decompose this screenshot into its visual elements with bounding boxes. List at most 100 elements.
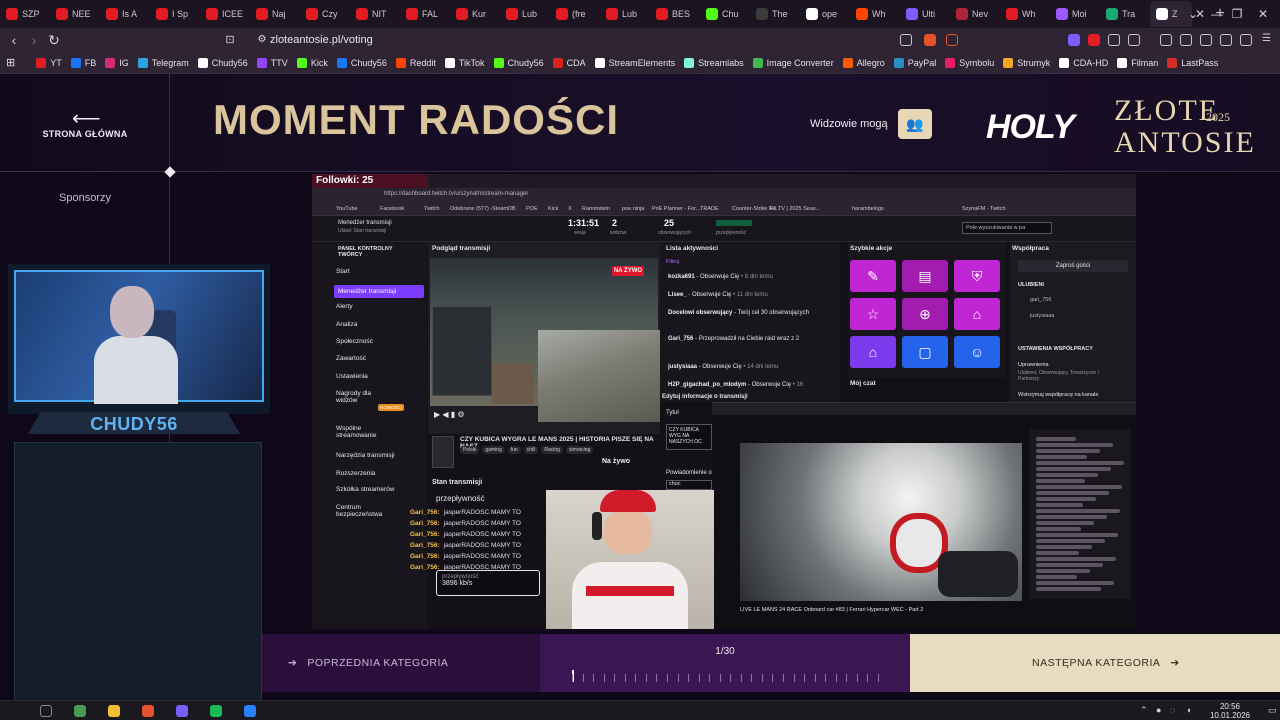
bookmark-item[interactable]: CDA-HD bbox=[1059, 57, 1108, 68]
prev-category-button[interactable]: ➔ POPRZEDNIA KATEGORIA bbox=[262, 634, 540, 692]
taskbar-clock[interactable]: 20:56 10.01.2026 bbox=[1200, 702, 1260, 720]
twitch-nav-item[interactable]: Menedżer transmisji bbox=[334, 285, 424, 298]
quick-action-button[interactable]: ⛨ bbox=[954, 260, 1000, 292]
bookmark-item[interactable]: Streamlabs bbox=[684, 57, 744, 68]
back-icon[interactable]: ‹ bbox=[4, 30, 24, 50]
quick-action-button[interactable]: ⌂ bbox=[850, 336, 896, 368]
quick-action-button[interactable]: ☆ bbox=[850, 298, 896, 330]
volume-icon[interactable]: ◖ bbox=[1186, 705, 1191, 715]
share-icon[interactable] bbox=[900, 34, 912, 46]
stream-tag[interactable]: chill bbox=[523, 446, 539, 454]
sidebar-icon[interactable] bbox=[1180, 34, 1192, 46]
music-icon[interactable] bbox=[1160, 34, 1172, 46]
quick-action-button[interactable]: ⊕ bbox=[902, 298, 948, 330]
collab-share[interactable]: Wstrzymaj współpracę na kanale bbox=[1018, 392, 1098, 398]
bookmark-item[interactable]: Chudy56 bbox=[336, 57, 387, 68]
browser-tab[interactable]: NEE bbox=[50, 1, 100, 27]
browser-tab[interactable]: Wh bbox=[1000, 1, 1050, 27]
bookmark-item[interactable]: Telegram bbox=[137, 57, 189, 68]
bookmark-item[interactable]: Allegro bbox=[842, 57, 885, 68]
twitch-search-input[interactable]: Pole wyszukiwania w pa bbox=[962, 222, 1052, 234]
browser-tab[interactable]: Naj bbox=[250, 1, 300, 27]
invite-guests-button[interactable]: Zaproś gości bbox=[1018, 260, 1128, 272]
title-field[interactable]: CZY KUBICA WYG NA NASZYCH OC bbox=[666, 424, 712, 450]
notifications-icon[interactable]: ▭ bbox=[1268, 705, 1277, 716]
bookmark-item[interactable]: Strumyk bbox=[1003, 57, 1050, 68]
browser-tab[interactable]: Is A bbox=[100, 1, 150, 27]
brave-rewards-icon[interactable] bbox=[946, 34, 958, 46]
tray-chevron-icon[interactable]: ⌃ bbox=[1140, 705, 1148, 716]
twitch-nav-item[interactable]: Centrum bezpieczeństwa bbox=[336, 504, 386, 518]
bookmark-item[interactable]: YT bbox=[36, 57, 62, 68]
reload-icon[interactable]: ↻ bbox=[44, 30, 64, 50]
microphone-icon[interactable]: ● bbox=[1156, 705, 1161, 715]
twitch-nav-item[interactable]: Alerty bbox=[336, 303, 353, 310]
browser-tab[interactable]: Wh bbox=[850, 1, 900, 27]
twitch-nav-item[interactable]: Wspólne streamowanie bbox=[336, 425, 386, 439]
browser-tab[interactable]: (fre bbox=[550, 1, 600, 27]
bookmark-item[interactable]: Chudy56 bbox=[493, 57, 544, 68]
stream-tag[interactable]: gaming bbox=[482, 446, 505, 454]
browser-tab[interactable]: ope bbox=[800, 1, 850, 27]
bookmark-item[interactable]: Kick bbox=[296, 57, 328, 68]
bookmark-item[interactable]: PayPal bbox=[893, 57, 936, 68]
zlote-antosie-logo[interactable]: HOLY ZŁOTE ANTOSIE 2025 bbox=[986, 94, 1254, 159]
notify-field[interactable]: choc bbox=[666, 480, 712, 490]
spotify-icon[interactable] bbox=[210, 705, 222, 717]
twitch-nav-item[interactable]: Rozszerzenia bbox=[336, 470, 375, 477]
bookmark-item[interactable]: LastPass bbox=[1167, 57, 1218, 68]
forward-icon[interactable]: › bbox=[24, 30, 44, 50]
twitch-nav-item[interactable]: Narzędzia transmisji bbox=[336, 452, 395, 459]
browser-tab[interactable]: ICEE bbox=[200, 1, 250, 27]
brave-icon[interactable] bbox=[142, 705, 154, 717]
extension-icon[interactable] bbox=[1088, 34, 1100, 46]
stream-tag[interactable]: Racing bbox=[541, 446, 563, 454]
bookmark-item[interactable]: FB bbox=[70, 57, 96, 68]
browser-tab[interactable]: Lub bbox=[600, 1, 650, 27]
browser-tab[interactable]: FAL bbox=[400, 1, 450, 27]
bookmark-item[interactable]: TTV bbox=[256, 57, 288, 68]
browser-tab[interactable]: Ulti bbox=[900, 1, 950, 27]
twitch-nav-item[interactable]: Analiza bbox=[336, 321, 357, 328]
quick-action-button[interactable]: ✎ bbox=[850, 260, 896, 292]
wallet-icon[interactable] bbox=[1220, 34, 1232, 46]
quick-action-button[interactable]: ☺ bbox=[954, 336, 1000, 368]
taskbar-app-icon[interactable] bbox=[74, 705, 86, 717]
stream-tag[interactable]: simracing bbox=[565, 446, 594, 454]
twitch-nav-item[interactable]: Nagrody dla widzów bbox=[336, 390, 386, 404]
browser-tab[interactable]: Chu bbox=[700, 1, 750, 27]
apps-icon[interactable]: ⊞ bbox=[6, 56, 15, 69]
bookmark-item[interactable]: Chudy56 bbox=[197, 57, 248, 68]
site-info-icon[interactable]: ⚙ bbox=[252, 30, 272, 50]
browser-tab[interactable]: BES bbox=[650, 1, 700, 27]
file-explorer-icon[interactable] bbox=[108, 705, 120, 717]
extensions-icon[interactable] bbox=[1200, 34, 1212, 46]
vpn-icon[interactable] bbox=[1240, 34, 1252, 46]
browser-tab[interactable]: Nev bbox=[950, 1, 1000, 27]
taskbar-app-icon[interactable] bbox=[176, 705, 188, 717]
bookmark-item[interactable]: TikTok bbox=[444, 57, 485, 68]
twitch-nav-item[interactable]: Ustawienia bbox=[336, 373, 368, 380]
progress-track[interactable] bbox=[572, 670, 879, 682]
menu-icon[interactable]: ☰ bbox=[1262, 34, 1274, 46]
extension-icon[interactable] bbox=[1068, 34, 1080, 46]
twitch-nav-item[interactable]: Społeczność bbox=[336, 338, 373, 345]
taskbar-app-icon[interactable] bbox=[244, 705, 256, 717]
browser-tab[interactable]: Lub bbox=[500, 1, 550, 27]
browser-tab[interactable]: Czy bbox=[300, 1, 350, 27]
next-category-button[interactable]: NASTĘPNA KATEGORIA ➔ bbox=[910, 634, 1280, 692]
bookmark-item[interactable]: Image Converter bbox=[752, 57, 834, 68]
extension-icon[interactable] bbox=[1108, 34, 1120, 46]
quick-action-button[interactable]: ⌂ bbox=[954, 298, 1000, 330]
browser-tab[interactable]: Tra bbox=[1100, 1, 1150, 27]
brave-shield-icon[interactable] bbox=[924, 34, 936, 46]
stream-tag[interactable]: fun bbox=[507, 446, 521, 454]
edit-info-label[interactable]: Edytuj informacje o transmisji bbox=[662, 394, 748, 400]
viewers-group-button[interactable]: 👥 bbox=[898, 109, 932, 139]
network-icon[interactable]: ◌ bbox=[1170, 705, 1175, 715]
clip-video[interactable]: Followki: 25 https://dashboard.twitch.tv… bbox=[312, 174, 1136, 629]
browser-tab[interactable]: Kur bbox=[450, 1, 500, 27]
browser-tab[interactable]: SZP bbox=[0, 1, 50, 27]
activity-filter[interactable]: Filtruj bbox=[666, 259, 679, 265]
browser-tab[interactable]: I Sp bbox=[150, 1, 200, 27]
